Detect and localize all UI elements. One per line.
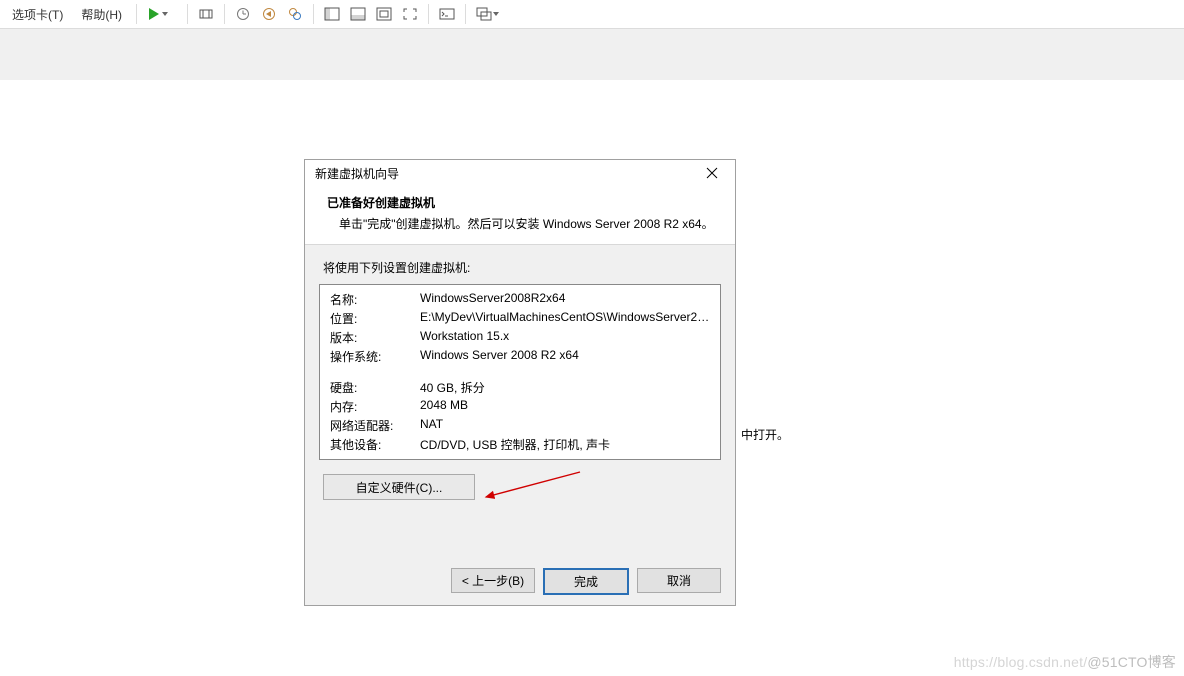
row-os-label: 操作系统:	[330, 348, 420, 365]
chevron-down-icon	[493, 12, 499, 16]
toolbar-separator	[313, 4, 314, 24]
dialog-titlebar: 新建虚拟机向导	[305, 160, 735, 186]
play-button[interactable]	[143, 3, 181, 25]
row-version-value: Workstation 15.x	[420, 329, 710, 346]
dialog-heading: 已准备好创建虚拟机	[327, 194, 721, 211]
watermark-right: @51CTO博客	[1087, 654, 1176, 670]
row-location-label: 位置:	[330, 310, 420, 327]
row-version-label: 版本:	[330, 329, 420, 346]
background-text: 中打开。	[741, 426, 789, 443]
menu-help[interactable]: 帮助(H)	[73, 1, 130, 27]
dialog-body: 将使用下列设置创建虚拟机: 名称: WindowsServer2008R2x64…	[305, 245, 735, 500]
customize-hardware-button[interactable]: 自定义硬件(C)...	[323, 474, 475, 500]
settings-grid: 名称: WindowsServer2008R2x64 位置: E:\MyDev\…	[330, 291, 710, 453]
row-os-value: Windows Server 2008 R2 x64	[420, 348, 710, 365]
toolbar-separator	[187, 4, 188, 24]
finish-button[interactable]: 完成	[543, 568, 629, 595]
toolbar-separator	[224, 4, 225, 24]
back-button[interactable]: < 上一步(B)	[451, 568, 535, 593]
toolbar-separator	[465, 4, 466, 24]
toolbar-separator	[136, 4, 137, 24]
close-button[interactable]	[695, 163, 729, 183]
row-network-label: 网络适配器:	[330, 417, 420, 434]
console-icon[interactable]	[435, 3, 459, 25]
dialog-title: 新建虚拟机向导	[315, 165, 399, 182]
toolbar-separator	[428, 4, 429, 24]
row-memory-value: 2048 MB	[420, 398, 710, 415]
dialog-header: 已准备好创建虚拟机 单击"完成"创建虚拟机。然后可以安装 Windows Ser…	[305, 186, 735, 245]
row-location-value: E:\MyDev\VirtualMachinesCentOS\WindowsSe…	[420, 310, 710, 327]
view-fullscreen-icon[interactable]	[398, 3, 422, 25]
window-mode-icon[interactable]	[472, 3, 510, 25]
snapshot-manager-icon[interactable]	[283, 3, 307, 25]
usb-icon[interactable]	[194, 3, 218, 25]
row-name-value: WindowsServer2008R2x64	[420, 291, 710, 308]
cancel-button[interactable]: 取消	[637, 568, 721, 593]
snapshot-clock-icon[interactable]	[231, 3, 255, 25]
row-gap	[330, 367, 710, 377]
settings-summary-box: 名称: WindowsServer2008R2x64 位置: E:\MyDev\…	[319, 284, 721, 460]
dialog-footer: < 上一步(B) 完成 取消	[451, 568, 721, 595]
settings-caption: 将使用下列设置创建虚拟机:	[323, 259, 717, 276]
app-toolbar: 选项卡(T) 帮助(H)	[0, 0, 1184, 29]
row-disk-label: 硬盘:	[330, 379, 420, 396]
row-name-label: 名称:	[330, 291, 420, 308]
view-unity-icon[interactable]	[372, 3, 396, 25]
tabbar-region	[0, 29, 1184, 81]
watermark: https://blog.csdn.net/@51CTO博客	[954, 652, 1176, 672]
chevron-down-icon	[162, 12, 168, 16]
new-vm-wizard-dialog: 新建虚拟机向导 已准备好创建虚拟机 单击"完成"创建虚拟机。然后可以安装 Win…	[304, 159, 736, 606]
row-other-value: CD/DVD, USB 控制器, 打印机, 声卡	[420, 436, 710, 453]
menu-tabs[interactable]: 选项卡(T)	[4, 1, 71, 27]
watermark-left: https://blog.csdn.net/	[954, 654, 1088, 670]
row-other-label: 其他设备:	[330, 436, 420, 453]
row-network-value: NAT	[420, 417, 710, 434]
view-single-icon[interactable]	[320, 3, 344, 25]
view-split-icon[interactable]	[346, 3, 370, 25]
dialog-subheading: 单击"完成"创建虚拟机。然后可以安装 Windows Server 2008 R…	[339, 215, 721, 232]
snapshot-back-icon[interactable]	[257, 3, 281, 25]
row-memory-label: 内存:	[330, 398, 420, 415]
row-disk-value: 40 GB, 拆分	[420, 379, 710, 396]
